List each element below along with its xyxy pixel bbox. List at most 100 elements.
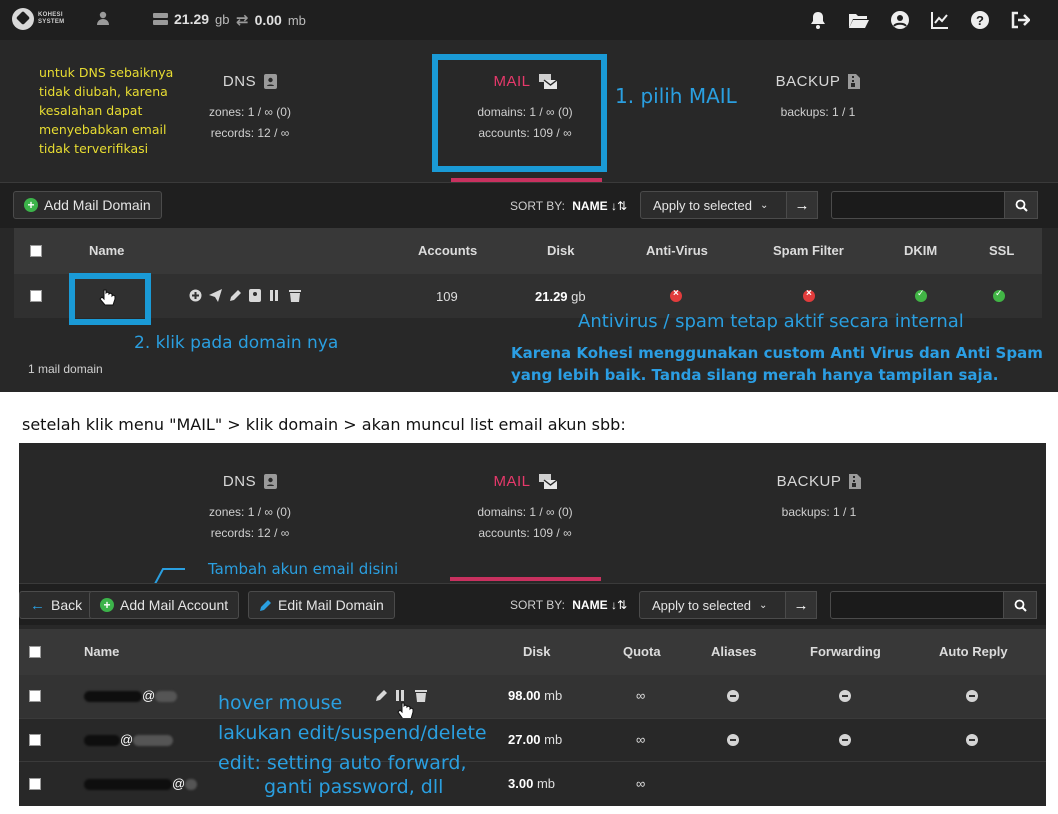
- accounts-view: DNS zones: 1 / ∞ (0) records: 12 / ∞ MAI…: [19, 443, 1046, 806]
- col-disk[interactable]: Disk: [547, 243, 574, 258]
- mail-domains-stat-2: domains: 1 / ∞ (0): [477, 505, 573, 519]
- hover-annotation-1: hover mouse: [218, 692, 343, 714]
- bandwidth-usage: ⇄ 0.00 mb: [236, 11, 306, 29]
- tab-dns[interactable]: DNS zones: 1 / ∞ (0) records: 12 / ∞: [180, 73, 320, 140]
- apply-arrow-button-2[interactable]: →: [785, 591, 817, 619]
- sort-field-2: NAME: [572, 598, 608, 612]
- back-button[interactable]: ← Back: [19, 591, 94, 619]
- user-indicator[interactable]: [96, 11, 140, 25]
- logo[interactable]: KOHESI SYSTEM: [12, 8, 64, 30]
- pause-icon[interactable]: [269, 289, 282, 302]
- spam-filter-status-icon: [803, 288, 815, 302]
- topbar-actions: ?: [808, 10, 1030, 30]
- hdd-icon: [153, 12, 168, 25]
- account-email[interactable]: @: [84, 688, 178, 703]
- row-checkbox[interactable]: [29, 734, 41, 746]
- chevron-down-icon: ⌄: [760, 199, 769, 211]
- quota-cell: ∞: [636, 732, 646, 747]
- chart-line-icon[interactable]: [930, 10, 950, 30]
- logout-icon[interactable]: [1010, 10, 1030, 30]
- disk-value: 27.00: [508, 732, 541, 747]
- plus-circle-icon: +: [24, 198, 38, 212]
- bulk-action-select-2[interactable]: Apply to selected ⌄: [639, 591, 786, 619]
- apply-arrow-button[interactable]: →: [786, 191, 818, 219]
- chevron-down-icon: ⌄: [759, 599, 768, 611]
- row-checkbox[interactable]: [29, 778, 41, 790]
- edit-mail-domain-button[interactable]: Edit Mail Domain: [248, 591, 395, 619]
- exchange-icon: ⇄: [236, 12, 249, 29]
- add-mail-account-label: Add Mail Account: [120, 597, 229, 613]
- search-icon: [1014, 599, 1027, 612]
- address-book-icon: [264, 74, 278, 89]
- table-row[interactable]: @ 27.00 mb ∞: [19, 718, 1046, 761]
- back-label: Back: [51, 597, 83, 613]
- file-archive-icon: [848, 74, 861, 89]
- domains-count: 1 mail domain: [28, 362, 103, 376]
- domains-view: KOHESI SYSTEM 21.29 gb ⇄ 0.00 mb ? untuk DN…: [0, 0, 1058, 392]
- search-button[interactable]: [1004, 191, 1038, 219]
- trash-icon[interactable]: [415, 689, 428, 702]
- address-book-icon[interactable]: [249, 289, 262, 302]
- account-email[interactable]: @: [84, 776, 198, 791]
- select-all-checkbox-2[interactable]: [29, 646, 41, 658]
- bell-icon[interactable]: [808, 10, 828, 30]
- dns-warning-note: untuk DNS sebaiknya tidak diubah, karena…: [39, 65, 174, 156]
- row-checkbox[interactable]: [30, 290, 42, 302]
- aliases-status-icon: [727, 734, 739, 746]
- pencil-icon[interactable]: [375, 689, 388, 702]
- add-account-icon[interactable]: [189, 289, 202, 302]
- search-button-2[interactable]: [1003, 591, 1037, 619]
- bulk-action-select[interactable]: Apply to selected ⌄: [640, 191, 787, 219]
- col-quota[interactable]: Quota: [623, 644, 661, 659]
- hover-annotation-2: lakukan edit/suspend/delete: [218, 722, 487, 744]
- add-mail-account-button[interactable]: + Add Mail Account: [89, 591, 240, 619]
- backups-stat-2: backups: 1 / 1: [781, 505, 857, 519]
- tab-dns-2[interactable]: DNS zones: 1 / ∞ (0) records: 12 / ∞: [180, 473, 320, 540]
- search-input[interactable]: [831, 191, 1005, 219]
- pencil-icon: [260, 599, 271, 611]
- search-input-2[interactable]: [830, 591, 1004, 619]
- add-mail-domain-button[interactable]: + Add Mail Domain: [13, 191, 162, 219]
- tab-backup-2[interactable]: BACKUP backups: 1 / 1: [749, 473, 889, 519]
- tab-backup[interactable]: BACKUP backups: 1 / 1: [748, 73, 888, 119]
- folder-open-icon[interactable]: [848, 10, 870, 30]
- paper-plane-icon[interactable]: [209, 289, 222, 302]
- tab-dns-title: DNS: [180, 73, 320, 90]
- col-auto-reply[interactable]: Auto Reply: [939, 644, 1008, 659]
- col-accounts[interactable]: Accounts: [418, 243, 477, 258]
- kohesi-note-line1: Karena Kohesi menggunakan custom Anti Vi…: [511, 344, 1043, 362]
- sort-by[interactable]: SORT BY: NAME ↓⇅: [510, 199, 627, 213]
- row-checkbox[interactable]: [29, 690, 41, 702]
- col-name-2[interactable]: Name: [84, 644, 119, 659]
- col-forwarding[interactable]: Forwarding: [810, 644, 881, 659]
- col-name[interactable]: Name: [89, 243, 124, 258]
- trash-icon[interactable]: [289, 289, 302, 302]
- col-spam-filter[interactable]: Spam Filter: [773, 243, 844, 258]
- select-all-checkbox[interactable]: [30, 245, 42, 257]
- disk-value: 3.00: [508, 776, 534, 791]
- sort-alpha-icon: ↓⇅: [610, 598, 628, 612]
- sort-by-2[interactable]: SORT BY: NAME ↓⇅: [510, 598, 627, 612]
- step1-annotation: 1. pilih MAIL: [615, 84, 737, 108]
- col-dkim[interactable]: DKIM: [904, 243, 937, 258]
- col-aliases[interactable]: Aliases: [711, 644, 757, 659]
- help-icon[interactable]: ?: [970, 10, 990, 30]
- domains-toolbar: + Add Mail Domain SORT BY: NAME ↓⇅ Apply…: [0, 182, 1058, 228]
- account-email[interactable]: @: [84, 732, 174, 747]
- col-disk-2[interactable]: Disk: [523, 644, 550, 659]
- logo-text: KOHESI SYSTEM: [38, 12, 65, 25]
- pencil-icon[interactable]: [229, 289, 242, 302]
- col-ssl[interactable]: SSL: [989, 243, 1014, 258]
- user-circle-icon[interactable]: [890, 10, 910, 30]
- tab-mail-2[interactable]: MAIL domains: 1 / ∞ (0) accounts: 109 / …: [455, 473, 595, 540]
- mail-bulk-icon: [538, 474, 557, 489]
- bulk-action-label: Apply to selected: [653, 197, 753, 213]
- disk-cell: 98.00 mb: [508, 688, 562, 703]
- mail-highlight-box: [432, 54, 607, 172]
- col-antivirus[interactable]: Anti-Virus: [646, 243, 708, 258]
- ssl-status-icon: [993, 288, 1005, 302]
- table-row[interactable]: @ 3.00 mb ∞: [19, 761, 1046, 806]
- table-row[interactable]: @ 98.00 mb ∞: [19, 675, 1046, 720]
- tab-backup-label-2: BACKUP: [776, 473, 842, 490]
- add-mail-domain-label: Add Mail Domain: [44, 197, 151, 213]
